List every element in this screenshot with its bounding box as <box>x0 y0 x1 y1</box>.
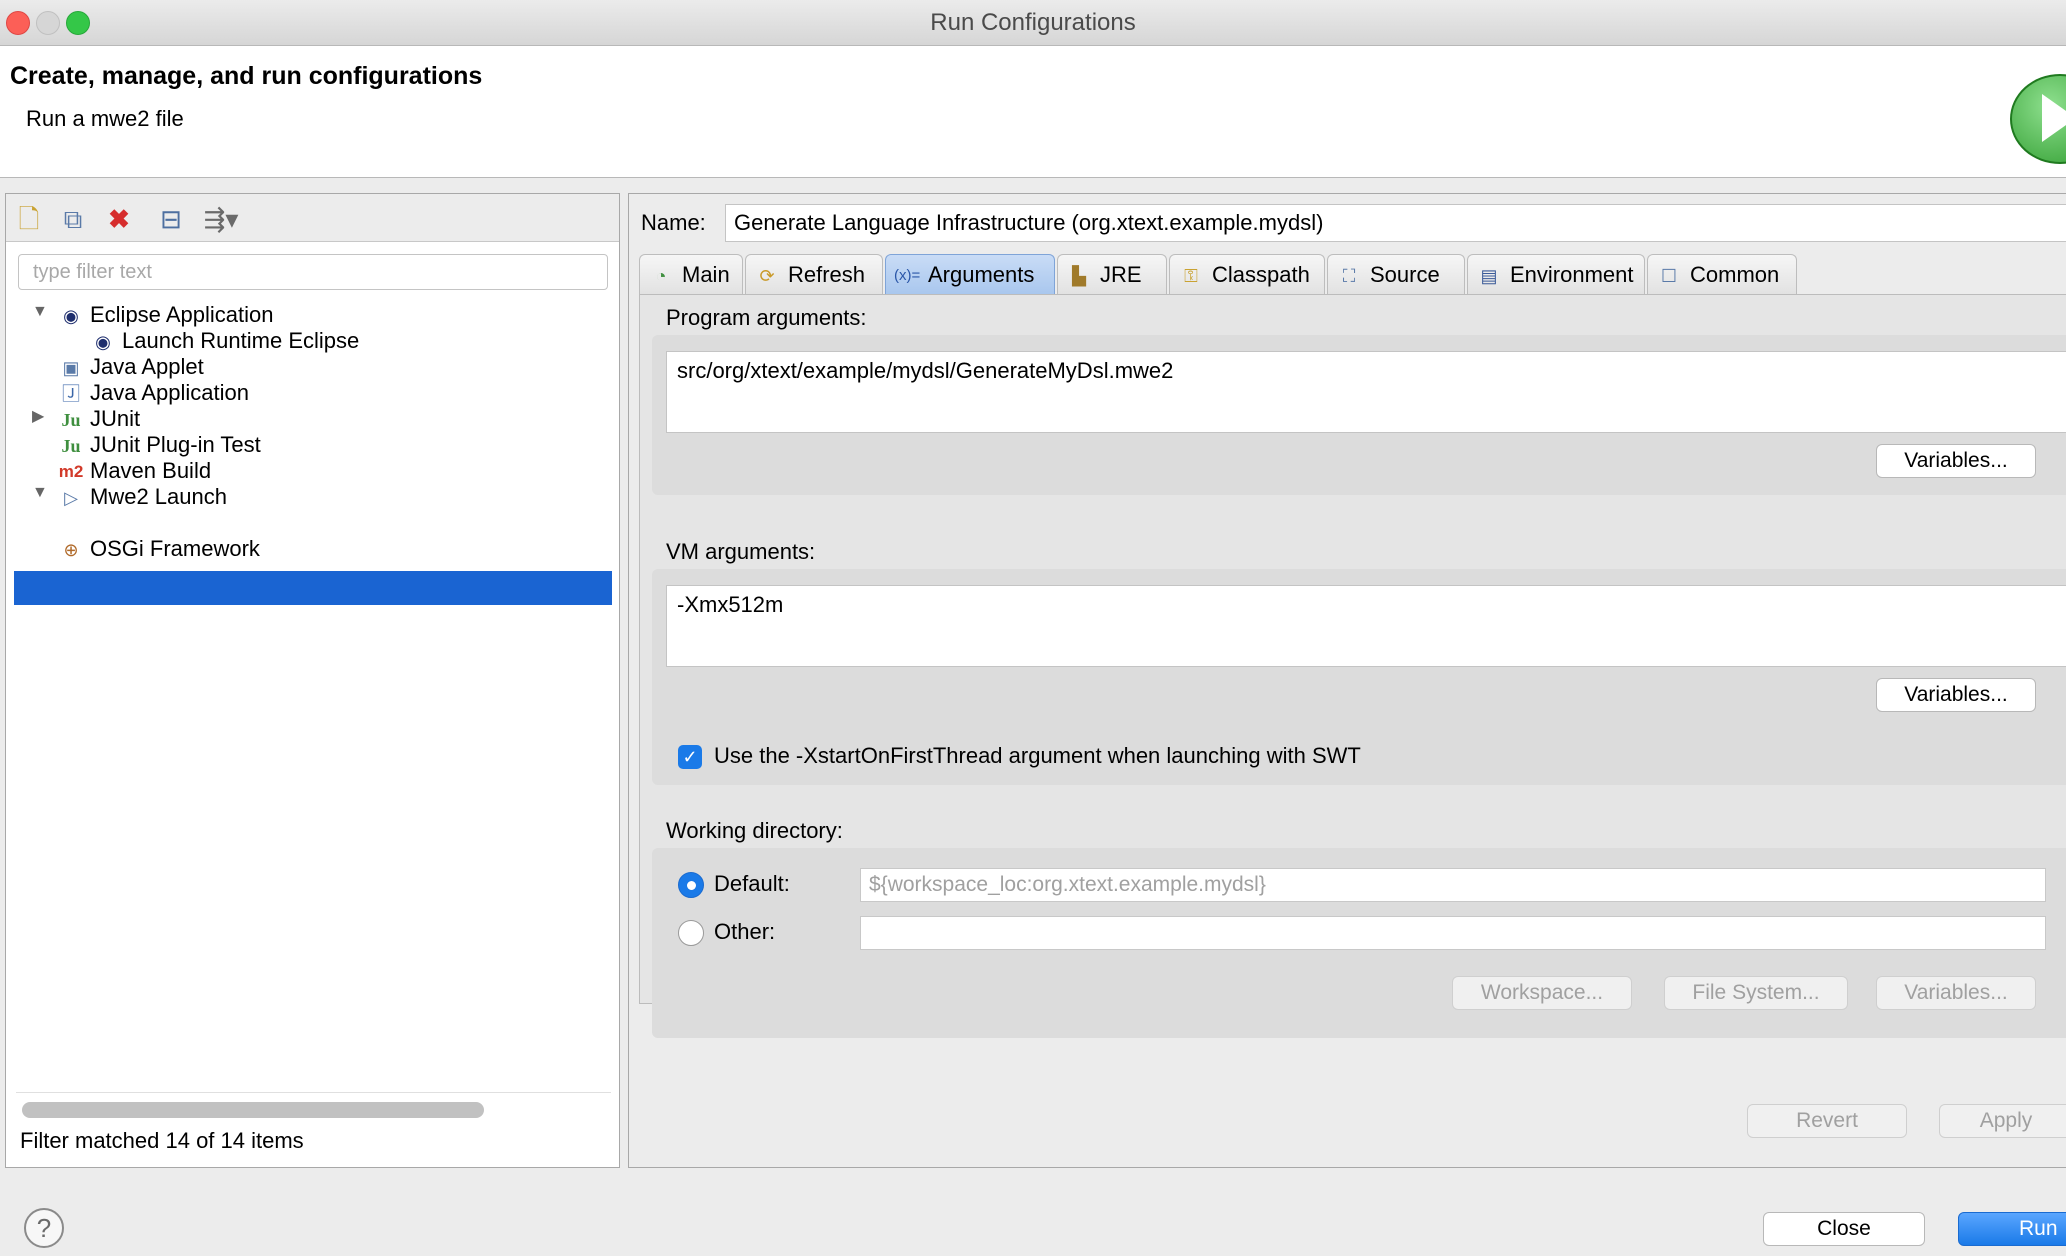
program-arguments-label: Program arguments: <box>666 305 867 330</box>
program-arguments-input[interactable]: src/org/xtext/example/mydsl/GenerateMyDs… <box>666 351 2066 433</box>
dialog-header: Create, manage, and run configurations R… <box>0 46 2066 178</box>
collapse-all-icon[interactable]: ⊟ <box>156 204 186 234</box>
duplicate-configuration-icon[interactable]: ⧉ <box>58 204 88 234</box>
configuration-tree-panel: 🗋 ⧉ ✖ ⊟ ⇶▾ ▼ ◉Eclipse Application ◉Launc… <box>5 193 620 1168</box>
source-icon: ⛶ <box>1342 266 1356 287</box>
horizontal-scrollbar[interactable] <box>22 1102 484 1118</box>
default-directory-field: ${workspace_loc:org.xtext.example.mydsl} <box>860 868 2046 902</box>
expand-mwe2-launch-icon[interactable]: ▼ <box>32 484 52 502</box>
common-icon: ☐ <box>1660 266 1678 287</box>
dialog-subtitle: Run a mwe2 file <box>26 106 184 131</box>
selected-row-highlight <box>14 571 612 605</box>
tab-source[interactable]: ⛶ Source <box>1327 254 1465 294</box>
tree-toolbar: 🗋 ⧉ ✖ ⊟ ⇶▾ <box>6 194 619 242</box>
vm-arguments-input[interactable]: -Xmx512m <box>666 585 2066 667</box>
other-label: Other: <box>714 919 776 944</box>
tab-arguments[interactable]: (x)= Arguments <box>885 254 1055 294</box>
tab-environment[interactable]: ▤ Environment <box>1467 254 1645 294</box>
vm-arguments-label: VM arguments: <box>666 539 816 564</box>
swt-checkbox[interactable]: ✓ <box>678 745 702 769</box>
expand-eclipse-application-icon[interactable]: ▼ <box>32 303 52 321</box>
other-radio[interactable] <box>678 920 704 946</box>
expand-junit-icon[interactable]: ▶ <box>32 406 52 426</box>
classpath-icon: ⚿ <box>1184 266 1198 287</box>
new-configuration-icon[interactable]: 🗋 <box>14 204 44 234</box>
environment-icon: ▤ <box>1480 266 1498 287</box>
scroll-track <box>16 1092 611 1093</box>
filter-menu-icon[interactable]: ⇶▾ <box>198 204 244 234</box>
workspace-button[interactable]: Workspace... <box>1452 976 1632 1010</box>
name-label: Name: <box>641 210 706 235</box>
other-directory-field[interactable] <box>860 916 2046 950</box>
default-label: Default: <box>714 871 790 896</box>
filter-input[interactable] <box>18 254 608 290</box>
delete-configuration-icon[interactable]: ✖ <box>104 204 134 234</box>
close-button[interactable]: Close <box>1763 1212 1925 1246</box>
title-bar: Run Configurations <box>0 0 2066 46</box>
tab-classpath[interactable]: ⚿ Classpath <box>1169 254 1325 294</box>
jre-icon: ▙ <box>1072 266 1086 287</box>
working-directory-label: Working directory: <box>666 818 843 843</box>
vm-variables-button[interactable]: Variables... <box>1876 678 2036 712</box>
working-dir-variables-button[interactable]: Variables... <box>1876 976 2036 1010</box>
window-title: Run Configurations <box>930 9 1136 36</box>
default-radio[interactable] <box>678 872 704 898</box>
program-variables-button[interactable]: Variables... <box>1876 444 2036 478</box>
revert-button[interactable]: Revert <box>1747 1104 1907 1138</box>
configuration-editor-panel: Name: ◔Main ⟳Refresh (x)=Arguments ▙JRE … <box>628 193 2066 1168</box>
swt-checkbox-label: Use the -XstartOnFirstThread argument wh… <box>714 743 1361 768</box>
tab-common[interactable]: ☐ Common <box>1647 254 1797 294</box>
run-banner-icon <box>2010 74 2066 164</box>
file-system-button[interactable]: File System... <box>1664 976 1848 1010</box>
main-tab-icon: ◔ <box>655 266 667 287</box>
tree-item-osgi-framework[interactable]: ⊕ OSGi Framework <box>58 532 259 566</box>
mwe2-icon: ▷ <box>64 488 78 509</box>
dialog-title: Create, manage, and run configurations <box>10 62 483 90</box>
arguments-icon: (x)= <box>894 267 921 285</box>
apply-button[interactable]: Apply <box>1939 1104 2066 1138</box>
tab-jre[interactable]: ▙ JRE <box>1057 254 1167 294</box>
tab-refresh[interactable]: ⟳ Refresh <box>745 254 883 294</box>
name-input[interactable] <box>725 204 2066 242</box>
eclipse-icon: ◉ <box>63 306 79 327</box>
run-button[interactable]: Run <box>1958 1212 2066 1246</box>
tab-main[interactable]: ◔ Main <box>639 254 743 294</box>
arguments-tab-content: Program arguments: src/org/xtext/example… <box>639 294 2066 1038</box>
filter-status: Filter matched 14 of 14 items <box>20 1128 304 1153</box>
refresh-icon: ⟳ <box>759 266 775 287</box>
help-icon[interactable]: ? <box>24 1208 64 1248</box>
osgi-icon: ⊕ <box>63 540 79 561</box>
